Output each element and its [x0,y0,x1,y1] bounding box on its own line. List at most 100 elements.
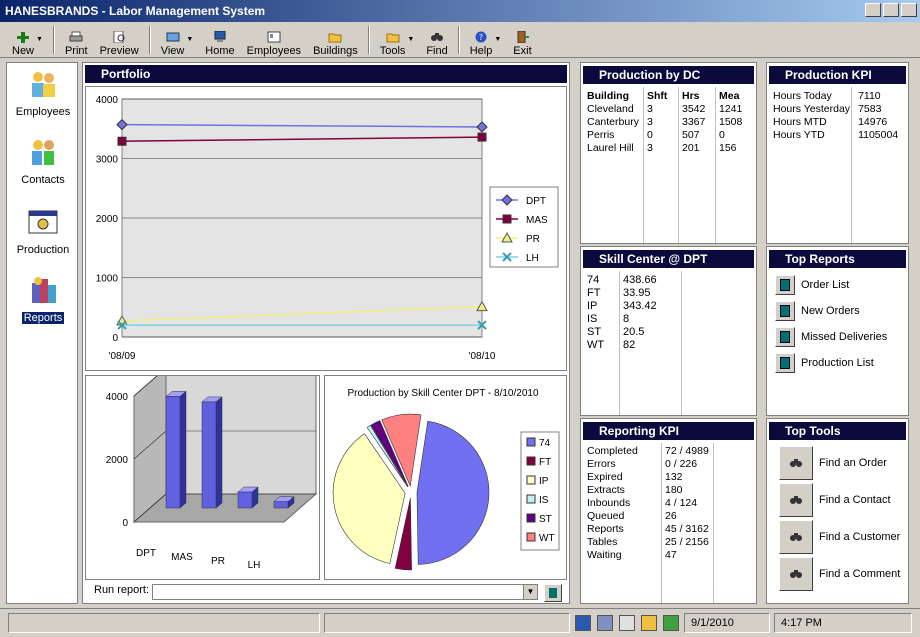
binoculars-icon[interactable] [779,483,813,517]
help-dropdown-arrow[interactable]: ▼ [494,36,501,43]
chevron-down-icon[interactable]: ▼ [523,585,537,599]
new-dropdown-arrow[interactable]: ▼ [36,36,43,43]
table-cell: Extracts [587,483,625,496]
report-link[interactable]: Production List [775,353,874,373]
portfolio-line-chart-frame: 0 1000 2000 3000 4000 '08/09 '08/10 DPT MAS PR LH [85,86,567,371]
top-reports-title: Top Reports [785,252,855,266]
legend-swatch [526,513,536,523]
top-reports-header: Top Reports [769,250,906,268]
column-header: Building [587,89,629,102]
view-button[interactable]: View [155,23,191,57]
legend-swatch [526,494,536,504]
preview-button[interactable]: Preview [94,23,145,57]
exit-button[interactable]: Exit [507,23,537,57]
tool-link-label: Find an Order [819,457,887,469]
app-title: HANESBRANDS - Labor Management System [5,4,266,18]
portfolio-line-chart: 0 1000 2000 3000 4000 '08/09 '08/10 DPT MAS PR LH [96,95,559,362]
table-row: 74 438.66 [583,273,681,286]
tool-link[interactable]: Find a Customer [779,520,900,554]
tools-button[interactable]: Tools [374,23,412,57]
table-row: Inbounds 4 / 124 [583,496,713,509]
legend-swatch [526,532,536,542]
table-cell: 507 [682,128,700,141]
print-label: Print [64,45,88,57]
sidebar-item-label: Production [16,244,70,256]
table-row: Queued 26 [583,509,713,522]
top-reports-panel: Top Reports Order List New Orders Missed D… [766,246,909,416]
exit-label: Exit [513,45,532,57]
run-report-select[interactable]: ▼ [152,584,538,600]
sidebar-item-employees[interactable]: Employees [7,69,79,118]
table-cell: 1105004 [858,128,899,141]
monitor-icon[interactable] [597,615,613,631]
report-link[interactable]: Missed Deliveries [775,327,887,347]
contacts-icon [32,140,54,165]
y-tick-label: 2000 [106,455,129,466]
report-link[interactable]: New Orders [775,301,860,321]
table-row: Hours Today 7110 [769,89,908,102]
table-cell: Hours YTD [773,128,825,141]
view-icon [166,32,180,42]
table-cell: Canterbury [587,115,639,128]
pie-chart-frame: Production by Skill Center DPT - 8/10/20… [324,375,567,580]
new-button[interactable]: New [6,23,40,57]
home-label: Home [205,45,235,57]
print-button[interactable]: Print [59,23,94,57]
report-book-icon [775,353,795,373]
exit-door-icon [517,31,530,43]
table-cell: 3 [647,102,653,115]
table-row: Reports 45 / 3162 [583,522,713,535]
binoculars-icon[interactable] [779,520,813,554]
status-pane-secondary [324,613,570,633]
legend-label: LH [526,253,539,264]
lock-icon[interactable] [641,615,657,631]
sidebar-item-production[interactable]: Production [7,207,79,256]
find-button[interactable]: Find [420,23,453,57]
table-cell: 180 [665,483,683,496]
table-row: Tables 25 / 2156 [583,535,713,548]
sidebar-item-contacts[interactable]: Contacts [7,137,79,186]
report-link-label: Production List [801,357,874,369]
minimize-button[interactable] [865,3,881,17]
export-icon[interactable] [619,615,635,631]
tool-link[interactable]: Find a Contact [779,483,891,517]
toolbar-separator [148,26,151,54]
legend-label: DPT [526,196,546,207]
maximize-button[interactable] [883,3,899,17]
skill-center-table: 74 438.66 FT 33.95 IP 343.42 IS 8 ST 20.5 WT 82 [583,273,681,351]
column-header: Mea [719,89,740,102]
table-row: Expired 132 [583,470,713,483]
computer-icon[interactable] [575,615,591,631]
report-link[interactable]: Order List [775,275,849,295]
table-row: WT 82 [583,338,681,351]
close-button[interactable] [901,3,917,17]
navigation-sidebar: Employees Contacts Production Reports [6,62,78,604]
help-button[interactable]: ? Help [464,23,499,57]
production-kpi-title: Production KPI [785,68,872,82]
portfolio-header: Portfolio [85,65,567,83]
run-report-label: Run report: [94,584,150,596]
table-row: Waiting 47 [583,548,713,561]
report-link-label: Order List [801,279,850,291]
view-label: View [160,45,185,57]
table-header-row: Building Shft Hrs Mea [583,89,753,102]
binoculars-icon[interactable] [779,557,813,591]
run-report-button[interactable] [544,584,562,602]
view-dropdown-arrow[interactable]: ▼ [186,36,193,43]
sidebar-item-reports[interactable]: Reports [7,275,79,324]
table-cell: Inbounds [587,496,631,509]
employees-button[interactable]: Employees [241,23,307,57]
list-icon[interactable] [663,615,679,631]
binoculars-icon[interactable] [779,446,813,480]
home-button[interactable]: Home [199,23,240,57]
tools-dropdown-arrow[interactable]: ▼ [407,36,414,43]
buildings-button[interactable]: Buildings [307,23,364,57]
table-cell: ST [587,325,602,338]
legend-label: 74 [539,438,551,449]
production-kpi-panel: Production KPI Hours Today 7110 Hours Yest… [766,62,909,244]
tool-link[interactable]: Find a Comment [779,557,900,591]
tool-link[interactable]: Find an Order [779,446,887,480]
help-icon: ? [475,31,487,43]
reporting-kpi-header: Reporting KPI [583,422,754,440]
legend-label: IS [539,495,549,506]
